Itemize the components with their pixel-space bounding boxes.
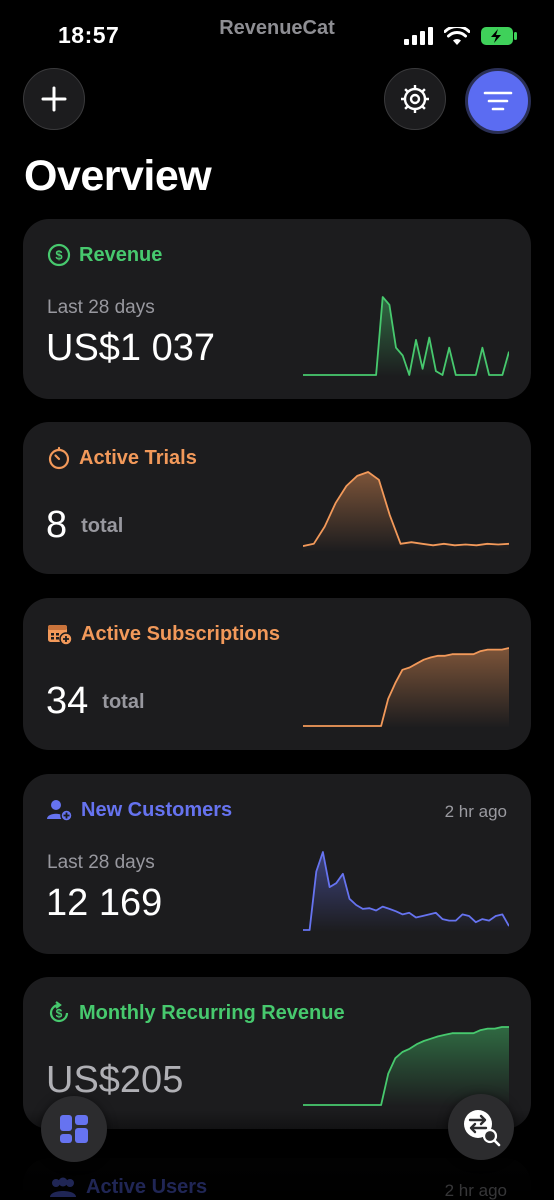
settings-button[interactable]: [384, 68, 446, 130]
active-trials-card[interactable]: Active Trials 8 total: [23, 422, 531, 574]
card-unit: total: [102, 691, 145, 714]
active-subscriptions-sparkline: [303, 647, 509, 728]
timer-icon: [48, 446, 70, 470]
new-customers-card[interactable]: New Customers 2 hr ago Last 28 days 12 1…: [23, 774, 531, 954]
status-bar: 18:57 RevenueCat: [0, 0, 554, 64]
card-title: Revenue: [79, 243, 163, 266]
card-value-text: 34: [46, 680, 89, 722]
dollar-circle-icon: $: [47, 243, 71, 267]
card-header: $ Revenue: [47, 243, 162, 267]
active-trials-sparkline: [303, 471, 509, 552]
svg-text:$: $: [55, 248, 63, 263]
card-subtitle: Last 28 days: [47, 297, 155, 318]
card-subtitle: Last 28 days: [47, 852, 155, 873]
sparkline-area: [303, 648, 509, 728]
card-value: 8 total: [46, 504, 123, 547]
card-title: Monthly Recurring Revenue: [79, 1001, 345, 1024]
card-value: US$205: [46, 1059, 183, 1102]
plus-icon: [41, 86, 67, 112]
card-unit: total: [81, 515, 124, 538]
wifi-icon: [444, 26, 470, 45]
card-updated-time: 2 hr ago: [444, 1181, 507, 1200]
new-customers-sparkline: [303, 851, 509, 932]
dollar-refresh-icon: $: [49, 1001, 69, 1023]
filter-button[interactable]: [465, 68, 531, 134]
users-icon: [50, 1177, 76, 1197]
dashboard-grid-icon: [60, 1115, 88, 1143]
sparkline-area: [303, 472, 509, 552]
svg-text:$: $: [56, 1007, 63, 1021]
card-updated-time: 2 hr ago: [444, 802, 507, 821]
revenue-card[interactable]: $ Revenue Last 28 days US$1 037: [23, 219, 531, 399]
gear-icon: [401, 85, 429, 113]
active-subscriptions-card[interactable]: Active Subscriptions 34 total: [23, 598, 531, 750]
card-header: Active Trials: [47, 446, 197, 470]
page-title: Overview: [24, 152, 212, 200]
card-header: Active Subscriptions: [47, 622, 280, 646]
card-value: US$1 037: [46, 327, 215, 370]
card-header: New Customers: [47, 798, 232, 822]
switch-search-icon: [464, 1110, 501, 1147]
switch-search-button[interactable]: [448, 1094, 514, 1160]
sparkline-line: [303, 296, 509, 376]
card-header: $ Monthly Recurring Revenue: [47, 1001, 345, 1025]
card-value-text: 8: [46, 504, 68, 546]
card-title: New Customers: [81, 798, 233, 821]
card-title: Active Trials: [79, 446, 197, 469]
add-button[interactable]: [23, 68, 85, 130]
ghost-card-header: Active Users: [48, 1176, 207, 1199]
sparkline-area: [303, 852, 509, 932]
card-title: Active Users: [86, 1176, 208, 1198]
status-icons: [404, 26, 518, 46]
revenue-sparkline: [303, 296, 509, 377]
card-value: 12 169: [46, 882, 162, 925]
card-value: 34 total: [46, 680, 145, 723]
user-add-icon: [47, 800, 73, 822]
calendar-add-icon: [48, 625, 73, 646]
card-value-text: US$1 037: [46, 327, 216, 369]
cellular-signal-icon: [404, 27, 433, 45]
card-value-text: US$205: [46, 1059, 184, 1101]
card-title: Active Subscriptions: [81, 622, 280, 645]
battery-charging-icon: [481, 27, 517, 45]
filter-lines-icon: [483, 91, 513, 111]
card-value-text: 12 169: [46, 882, 163, 924]
dashboard-button[interactable]: [41, 1096, 107, 1162]
